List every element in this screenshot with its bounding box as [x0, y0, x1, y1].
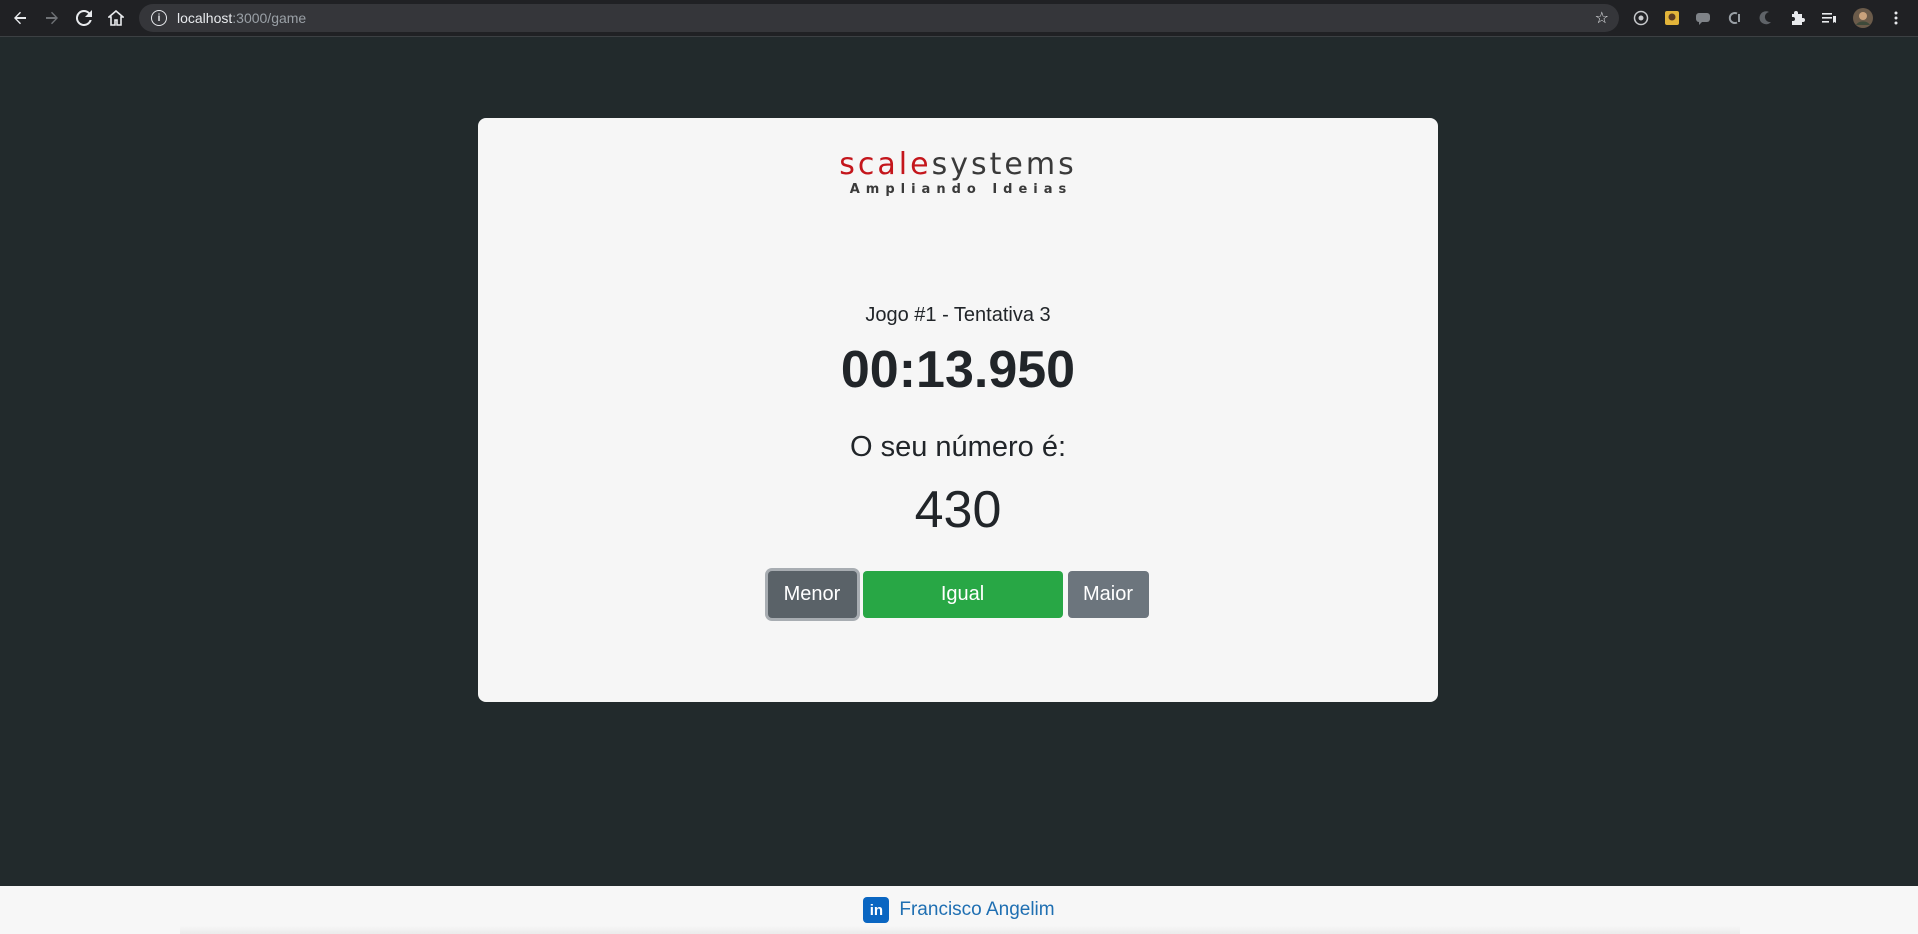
- logo-wordmark: scalesystems: [478, 148, 1438, 182]
- address-bar[interactable]: i localhost:3000/game ☆: [139, 4, 1619, 32]
- page-footer: in Francisco Angelim: [0, 886, 1918, 934]
- linkedin-icon[interactable]: in: [863, 897, 890, 923]
- browser-toolbar: i localhost:3000/game ☆: [0, 0, 1918, 37]
- url-host: localhost: [177, 10, 233, 26]
- menor-button[interactable]: Menor: [767, 571, 857, 618]
- bookmark-star-icon[interactable]: ☆: [1595, 8, 1609, 28]
- number-prompt: O seu número é:: [850, 431, 1066, 463]
- extensions-puzzle-icon[interactable]: [1787, 7, 1809, 29]
- logo-part-systems: systems: [931, 147, 1077, 182]
- game-title: Jogo #1 - Tentativa 3: [865, 304, 1051, 326]
- footer-shadow: [180, 926, 1740, 934]
- home-icon[interactable]: [100, 2, 132, 34]
- extension-target-icon[interactable]: [1630, 7, 1652, 29]
- browser-menu-icon[interactable]: [1885, 7, 1907, 29]
- game-card: scalesystems Ampliando Ideias Jogo #1 - …: [478, 118, 1438, 702]
- logo-part-scale: scale: [839, 147, 932, 182]
- maior-button[interactable]: Maior: [1067, 571, 1149, 618]
- back-icon[interactable]: [4, 2, 36, 34]
- logo-tagline: Ampliando Ideias: [849, 182, 1073, 197]
- profile-avatar-icon[interactable]: [1852, 7, 1874, 29]
- extension-chat-icon[interactable]: [1692, 7, 1714, 29]
- forward-icon[interactable]: [36, 2, 68, 34]
- author-link[interactable]: Francisco Angelim: [899, 899, 1054, 921]
- game-timer: 00:13.950: [840, 341, 1076, 399]
- extension-moon-icon[interactable]: [1754, 7, 1776, 29]
- answer-buttons: Menor Igual Maior: [478, 571, 1438, 618]
- extension-avatar-icon[interactable]: [1661, 7, 1683, 29]
- guessed-number: 430: [914, 481, 1002, 539]
- info-icon[interactable]: i: [151, 10, 167, 26]
- company-logo: scalesystems Ampliando Ideias: [478, 148, 1438, 198]
- reading-list-icon[interactable]: [1818, 7, 1840, 29]
- igual-button[interactable]: Igual: [862, 571, 1063, 618]
- reload-icon[interactable]: [68, 2, 100, 34]
- url-path: :3000/game: [232, 10, 307, 26]
- extension-c-icon[interactable]: [1723, 7, 1745, 29]
